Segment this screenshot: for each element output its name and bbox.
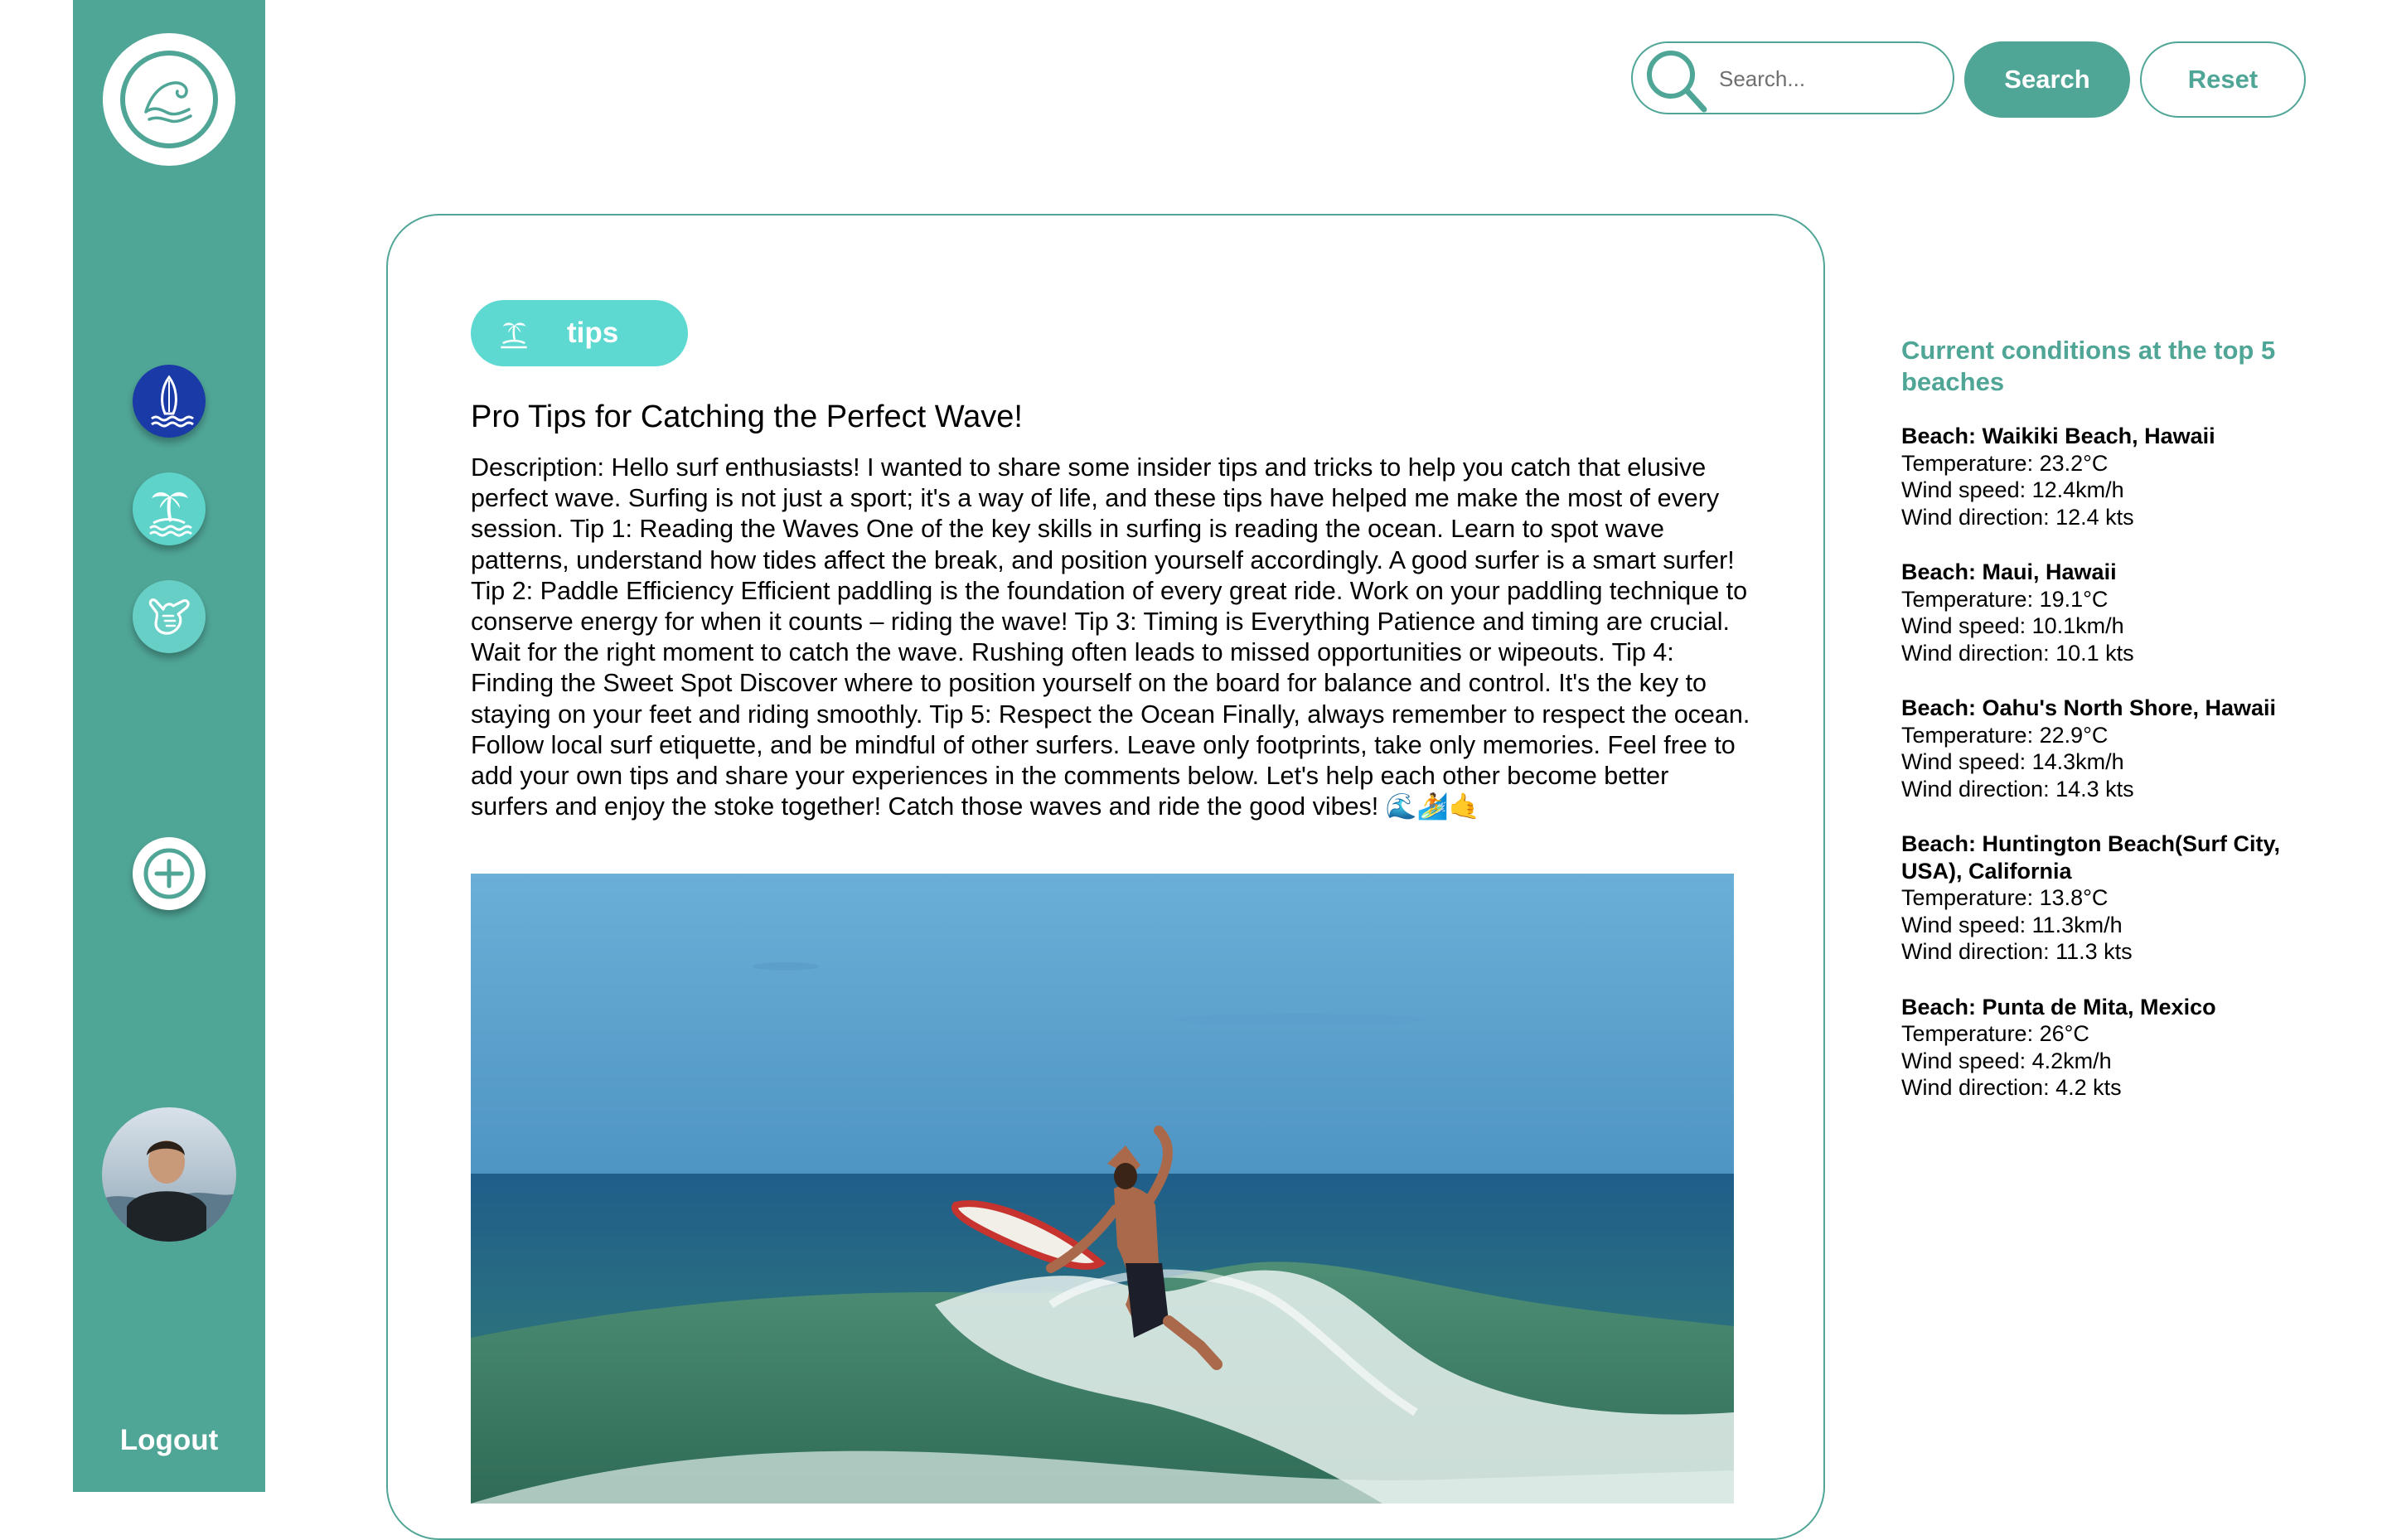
- search-input[interactable]: [1717, 61, 1936, 96]
- post-card: tips Pro Tips for Catching the Perfect W…: [386, 214, 1825, 1540]
- beach-name: Beach: Punta de Mita, Mexico: [1901, 994, 2216, 1019]
- beach-conditions-panel: Current conditions at the top 5 beaches …: [1901, 335, 2332, 1130]
- beach-temperature: Temperature: 13.8°C: [1901, 885, 2109, 910]
- beach-temperature: Temperature: 23.2°C: [1901, 450, 2109, 476]
- post-image: [471, 874, 1734, 1504]
- nav-surfboard-button[interactable]: [133, 365, 206, 438]
- logout-button[interactable]: Logout: [73, 1424, 265, 1457]
- add-post-button[interactable]: [133, 837, 206, 910]
- beach-temperature: Temperature: 26°C: [1901, 1021, 2089, 1046]
- beach-conditions-item: Beach: Huntington Beach(Surf City, USA),…: [1901, 831, 2332, 966]
- reset-button[interactable]: Reset: [2140, 41, 2306, 118]
- palm-island-icon: [501, 322, 527, 349]
- beach-conditions-item: Beach: Oahu's North Shore, Hawaii Temper…: [1901, 695, 2332, 802]
- surfer-photo: [471, 874, 1734, 1504]
- beach-wind-speed: Wind speed: 14.3km/h: [1901, 749, 2124, 774]
- beach-wind-speed: Wind speed: 10.1km/h: [1901, 613, 2124, 638]
- plus-icon: [143, 848, 195, 899]
- avatar-photo: [102, 1107, 236, 1242]
- beach-wind-speed: Wind speed: 11.3km/h: [1901, 912, 2123, 937]
- user-avatar[interactable]: [102, 1107, 236, 1242]
- search-button[interactable]: Search: [1964, 41, 2130, 118]
- conditions-title: Current conditions at the top 5 beaches: [1901, 336, 2276, 396]
- app-logo[interactable]: [103, 33, 235, 166]
- search-bar: [1631, 41, 1954, 114]
- beach-wind-direction: Wind direction: 14.3 kts: [1901, 776, 2134, 801]
- search-icon: [1647, 51, 1707, 113]
- post-tag-label: tips: [567, 317, 619, 349]
- beach-wind-direction: Wind direction: 11.3 kts: [1901, 939, 2133, 964]
- post-body: Description: Hello surf enthusiasts! I w…: [471, 453, 1750, 821]
- sidebar: Logout: [73, 0, 265, 1492]
- post-tag-badge[interactable]: tips: [471, 300, 688, 366]
- nav-shaka-button[interactable]: [133, 580, 206, 653]
- shaka-hand-icon: [148, 598, 190, 635]
- beach-name: Beach: Oahu's North Shore, Hawaii: [1901, 695, 2277, 720]
- beach-wind-direction: Wind direction: 10.1 kts: [1901, 640, 2134, 666]
- beach-conditions-item: Beach: Punta de Mita, Mexico Temperature…: [1901, 994, 2332, 1102]
- beach-name: Beach: Huntington Beach(Surf City, USA),…: [1901, 831, 2281, 884]
- wave-logo-icon: [120, 51, 218, 148]
- beach-wind-speed: Wind speed: 4.2km/h: [1901, 1048, 2112, 1073]
- beach-name: Beach: Waikiki Beach, Hawaii: [1901, 424, 2215, 448]
- beach-wind-direction: Wind direction: 12.4 kts: [1901, 504, 2134, 530]
- palm-island-icon: [149, 492, 192, 537]
- beach-temperature: Temperature: 22.9°C: [1901, 722, 2109, 748]
- post-title: Pro Tips for Catching the Perfect Wave!: [471, 400, 1023, 434]
- beach-wind-direction: Wind direction: 4.2 kts: [1901, 1075, 2122, 1100]
- beach-conditions-item: Beach: Waikiki Beach, Hawaii Temperature…: [1901, 423, 2332, 530]
- beach-conditions-item: Beach: Maui, Hawaii Temperature: 19.1°C …: [1901, 559, 2332, 666]
- beach-temperature: Temperature: 19.1°C: [1901, 586, 2109, 612]
- beach-name: Beach: Maui, Hawaii: [1901, 559, 2117, 584]
- beach-wind-speed: Wind speed: 12.4km/h: [1901, 477, 2124, 502]
- nav-tips-button[interactable]: [133, 472, 206, 545]
- surfboard-icon: [151, 375, 194, 428]
